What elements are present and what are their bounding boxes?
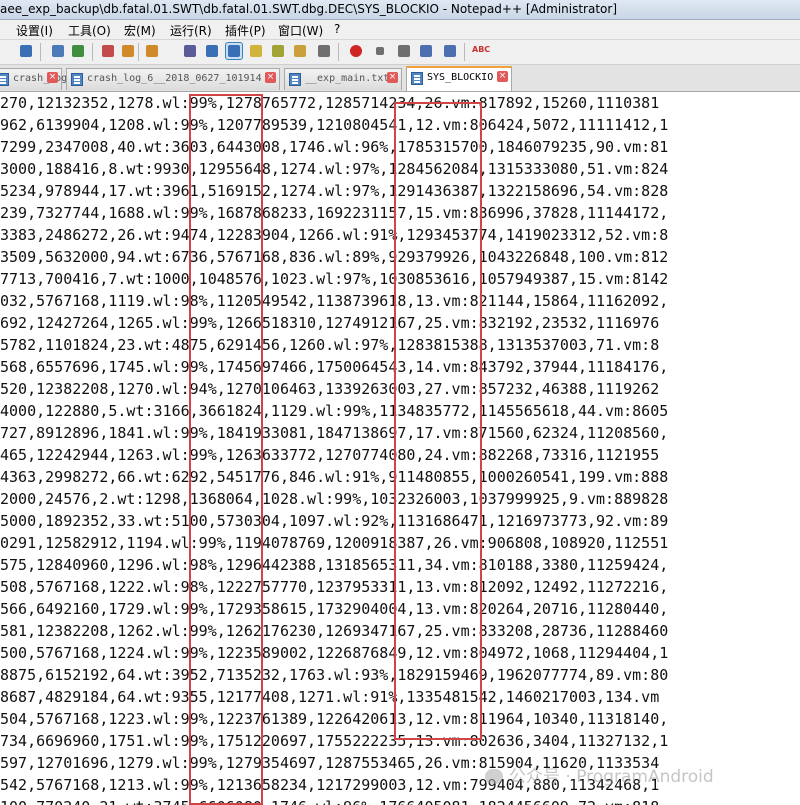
editor-line: 727,8912896,1841.wl:99%,1841933081,18471… (0, 424, 669, 442)
watermark-text: 公众号 · ProgramAndroid (509, 767, 714, 787)
editor-line: 8875,6152192,64.wt:3952,7135232,1763.wl:… (0, 666, 669, 684)
folder-icon[interactable] (292, 43, 308, 59)
copy-icon[interactable] (50, 43, 66, 59)
close-tab-icon[interactable]: × (265, 72, 276, 83)
tab-2[interactable]: __exp_main.txt × (284, 68, 402, 90)
word-wrap-icon[interactable] (182, 43, 198, 59)
editor-line: 734,6696960,1751.wl:99%,1751220697,17552… (0, 732, 669, 750)
toolbar-separator (338, 43, 339, 61)
replace-icon[interactable] (100, 43, 116, 59)
editor-line: 962,6139904,1208.wl:99%,1207789539,12108… (0, 116, 669, 134)
menu-item-1[interactable]: 工具(O) (68, 22, 111, 39)
editor-area[interactable]: 270,12132352,1278.wl:99%,1278765772,1285… (0, 92, 800, 805)
close-tab-icon[interactable]: × (497, 71, 508, 82)
toolbar-separator (138, 43, 139, 61)
close-tab-icon[interactable]: × (47, 72, 58, 83)
tab-1[interactable]: crash_log_6__2018_0627_101914 × (66, 68, 280, 90)
menu-item-5[interactable]: 窗口(W) (278, 22, 323, 39)
editor-line: 0291,12582912,1194.wl:99%,1194078769,120… (0, 534, 669, 552)
editor-line: 581,12382208,1262.wl:99%,1262176230,1269… (0, 622, 669, 640)
editor-line: 3509,5632000,94.wt:6736,5767168,836.wl:8… (0, 248, 669, 266)
editor-line: 3000,188416,8.wt:9930,12955648,1274.wl:9… (0, 160, 669, 178)
highlight-box-wl-column (189, 94, 263, 805)
editor-line: 7713,700416,7.wt:1000,1048576,1023.wl:97… (0, 270, 669, 288)
title-bar: aee_exp_backup\db.fatal.01.SWT\db.fatal.… (0, 0, 800, 20)
editor-line: 575,12840960,1296.wl:98%,1296442388,1318… (0, 556, 669, 574)
tab-0[interactable]: crash_log × (0, 68, 67, 90)
editor-line: 4000,122880,5.wt:3166,3661824,1129.wl:99… (0, 402, 669, 420)
tab-label: SYS_BLOCKIO (427, 72, 494, 83)
editor-line: 4363,2998272,66.wt:6292,5451776,846.wl:9… (0, 468, 669, 486)
close-tab-icon[interactable]: × (387, 72, 398, 83)
tab-label: crash_log (13, 73, 68, 84)
editor-line: 465,12242944,1263.wl:99%,1263633772,1270… (0, 446, 660, 464)
save-macro-icon[interactable] (442, 43, 458, 59)
editor-line: 568,6557696,1745.wl:99%,1745697466,17500… (0, 358, 669, 376)
editor-line: 032,5767168,1119.wl:98%,1120549542,11387… (0, 292, 669, 310)
file-icon (71, 73, 83, 86)
menu-item-0[interactable]: 设置(I) (16, 22, 53, 39)
toolbar: ABC (0, 40, 800, 65)
indent-guide-icon[interactable] (225, 42, 243, 60)
monitor-icon[interactable] (316, 43, 332, 59)
file-icon (411, 72, 423, 85)
editor-line: 508,5767168,1222.wl:98%,1222757770,12379… (0, 578, 669, 596)
run-macro-icon[interactable] (418, 43, 434, 59)
window-title: aee_exp_backup\db.fatal.01.SWT\db.fatal.… (0, 2, 618, 16)
editor-line: 100,770240,21.wt:3745,6606080,1746.wl:96… (0, 796, 659, 805)
editor-line: 270,12132352,1278.wl:99%,1278765772,1285… (0, 94, 660, 112)
watermark: 公众号 · ProgramAndroid (485, 762, 714, 787)
editor-line: 504,5767168,1223.wl:99%,1223761389,12264… (0, 710, 669, 728)
menu-item-2[interactable]: 宏(M) (124, 22, 156, 39)
play-macro-icon[interactable] (396, 43, 412, 59)
editor-line: 5234,978944,17.wt:3961,5169152,1274.wl:9… (0, 182, 669, 200)
editor-line: 3383,2486272,26.wt:9474,12283904,1266.wl… (0, 226, 669, 244)
editor-line: 520,12382208,1270.wl:94%,1270106463,1339… (0, 380, 660, 398)
record-macro-icon[interactable] (348, 43, 364, 59)
toolbar-separator (92, 43, 93, 61)
menu-bar: 设置(I) 工具(O) 宏(M) 运行(R) 插件(P) 窗口(W)? (0, 20, 800, 40)
menu-item-6[interactable]: ? (334, 22, 340, 36)
function-list-icon[interactable] (270, 43, 286, 59)
editor-line: 500,5767168,1224.wl:99%,1223589002,12268… (0, 644, 669, 662)
zoom-out-icon[interactable] (144, 43, 160, 59)
editor-line: 566,6492160,1729.wl:99%,1729358615,17329… (0, 600, 669, 618)
menu-item-3[interactable]: 运行(R) (170, 22, 212, 39)
pilcrow-icon[interactable] (204, 43, 220, 59)
tab-bar: crash_log × crash_log_6__2018_0627_101914 ×… (0, 65, 800, 92)
tab-3[interactable]: SYS_BLOCKIO × (406, 66, 512, 91)
editor-line: 5782,1101824,23.wt:4875,6291456,1260.wl:… (0, 336, 660, 354)
editor-line: 239,7327744,1688.wl:99%,1687868233,16922… (0, 204, 669, 222)
editor-line: 7299,2347008,40.wt:3603,6443008,1746.wl:… (0, 138, 669, 156)
find-icon[interactable] (70, 43, 86, 59)
file-icon (0, 73, 9, 86)
editor-line: 5000,1892352,33.wt:5100,5730304,1097.wl:… (0, 512, 669, 530)
wechat-icon (485, 769, 503, 784)
toolbar-separator (464, 43, 465, 61)
menu-item-4[interactable]: 插件(P) (225, 22, 266, 39)
tab-label: __exp_main.txt (305, 73, 390, 84)
spell-check-icon[interactable]: ABC (472, 43, 490, 59)
zoom-in-icon[interactable] (120, 43, 136, 59)
stop-macro-icon[interactable] (372, 43, 388, 59)
toolbar-separator (40, 43, 41, 61)
editor-line: 8687,4829184,64.wt:9355,12177408,1271.wl… (0, 688, 660, 706)
editor-line: 692,12427264,1265.wl:99%,1266518310,1274… (0, 314, 660, 332)
editor-line: 2000,24576,2.wt:1298,1368064,1028.wl:99%… (0, 490, 669, 508)
tab-label: crash_log_6__2018_0627_101914 (87, 73, 262, 84)
cut-icon[interactable] (18, 43, 34, 59)
doc-map-icon[interactable] (248, 43, 264, 59)
file-icon (289, 73, 301, 86)
highlight-box-value-column (394, 102, 482, 740)
